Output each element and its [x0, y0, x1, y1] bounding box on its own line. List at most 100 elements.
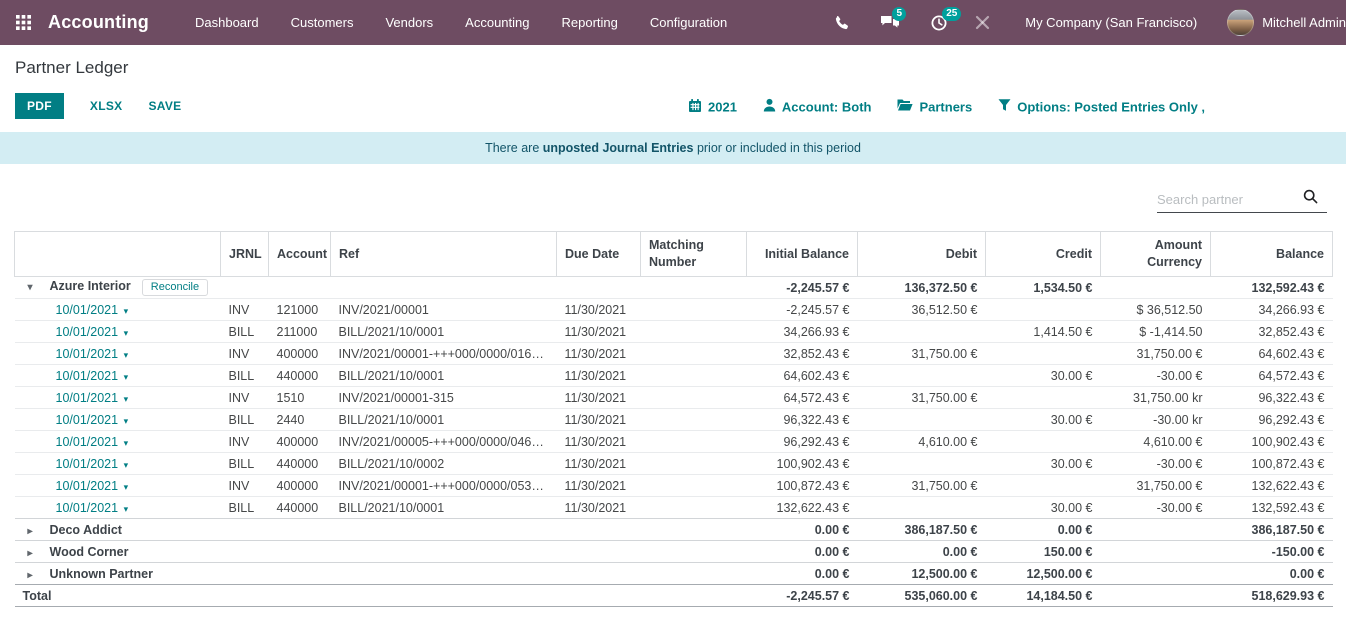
cell-account: 400000 [269, 343, 331, 365]
partner-row[interactable]: ▸Wood Corner0.00 €0.00 €150.00 €-150.00 … [15, 541, 1333, 563]
filter-options[interactable]: Options: Posted Entries Only , [998, 99, 1205, 115]
cell-jrnl: BILL [221, 365, 269, 387]
header-initial-balance: Initial Balance [747, 232, 858, 277]
entry-date-link[interactable]: 10/01/2021 ▾ [56, 391, 129, 405]
entry-date-link[interactable]: 10/01/2021 ▾ [56, 369, 129, 383]
cell-amount-currency: 31,750.00 kr [1101, 387, 1211, 409]
filter-partners[interactable]: Partners [897, 99, 972, 115]
cell-balance: 64,572.43 € [1211, 365, 1333, 387]
cell-credit: 150.00 € [986, 541, 1101, 563]
cell-initial-balance: -2,245.57 € [747, 585, 858, 607]
partner-name[interactable]: Azure Interior [50, 279, 131, 293]
cell-matching-number [641, 321, 747, 343]
cell-matching-number [641, 387, 747, 409]
ledger-line-row: 10/01/2021 ▾INV400000INV/2021/00005-+++0… [15, 431, 1333, 453]
xlsx-button[interactable]: XLSX [90, 99, 123, 113]
partner-row[interactable]: ▾Azure InteriorReconcile-2,245.57 €136,3… [15, 277, 1333, 299]
cell-balance: 34,266.93 € [1211, 299, 1333, 321]
ledger-line-row: 10/01/2021 ▾BILL2440BILL/2021/10/000111/… [15, 409, 1333, 431]
search-icon[interactable] [1303, 189, 1318, 209]
cell-date: 10/01/2021 ▾ [15, 453, 221, 475]
cell-amount-currency: $ 36,512.50 [1101, 299, 1211, 321]
menu-reporting[interactable]: Reporting [562, 15, 618, 30]
entry-date-link[interactable]: 10/01/2021 ▾ [56, 479, 129, 493]
cell-matching-number [641, 519, 747, 541]
cell-jrnl: INV [221, 431, 269, 453]
entry-date-link[interactable]: 10/01/2021 ▾ [56, 413, 129, 427]
cell-amount-currency: 4,610.00 € [1101, 431, 1211, 453]
cell-debit: 386,187.50 € [858, 519, 986, 541]
save-button[interactable]: SAVE [148, 99, 181, 113]
cell-due-date: 11/30/2021 [557, 321, 641, 343]
caret-right-icon[interactable]: ▸ [28, 548, 42, 559]
caret-right-icon[interactable]: ▸ [28, 526, 42, 537]
company-switcher[interactable]: My Company (San Francisco) [1025, 15, 1197, 30]
cell-amount-currency [1101, 519, 1211, 541]
cell-ref [331, 563, 557, 585]
cell-amount-currency: 31,750.00 € [1101, 475, 1211, 497]
report-filters: 2021 Account: Both Partners [688, 98, 1205, 115]
phone-icon[interactable] [834, 15, 850, 31]
menu-customers[interactable]: Customers [291, 15, 354, 30]
partner-name[interactable]: Unknown Partner [50, 567, 154, 581]
cell-account [269, 519, 331, 541]
filter-funnel-icon [998, 99, 1011, 115]
top-navbar: Accounting Dashboard Customers Vendors A… [0, 0, 1346, 45]
cell-date: 10/01/2021 ▾ [15, 431, 221, 453]
activities-icon[interactable]: 25 [930, 14, 948, 32]
cell-debit [858, 453, 986, 475]
banner-text: There are unposted Journal Entries prior… [485, 141, 861, 155]
search-partner-input[interactable] [1157, 192, 1303, 207]
cell-balance: 96,322.43 € [1211, 387, 1333, 409]
entry-date-link[interactable]: 10/01/2021 ▾ [56, 303, 129, 317]
cell-partner: ▸ Unknown Partner [15, 563, 221, 585]
cell-balance: 32,852.43 € [1211, 321, 1333, 343]
partner-row[interactable]: ▸Deco Addict0.00 €386,187.50 €0.00 €386,… [15, 519, 1333, 541]
caret-down-icon[interactable]: ▾ [28, 282, 42, 293]
filter-date[interactable]: 2021 [688, 98, 737, 115]
cell-account: 400000 [269, 475, 331, 497]
partner-name[interactable]: Deco Addict [50, 523, 122, 537]
cell-account: 2440 [269, 409, 331, 431]
cell-jrnl [221, 541, 269, 563]
entry-date-link[interactable]: 10/01/2021 ▾ [56, 347, 129, 361]
header-debit: Debit [858, 232, 986, 277]
caret-down-icon: ▾ [121, 350, 128, 360]
debug-tools-icon[interactable] [974, 14, 991, 31]
cell-amount-currency: $ -1,414.50 [1101, 321, 1211, 343]
cell-amount-currency: -30.00 € [1101, 497, 1211, 519]
user-avatar[interactable] [1227, 9, 1254, 36]
menu-dashboard[interactable]: Dashboard [195, 15, 259, 30]
cell-due-date [557, 519, 641, 541]
menu-configuration[interactable]: Configuration [650, 15, 727, 30]
apps-grid-icon[interactable] [12, 12, 34, 34]
user-name[interactable]: Mitchell Admin [1262, 15, 1346, 30]
menu-accounting[interactable]: Accounting [465, 15, 529, 30]
cell-partner: ▸ Wood Corner [15, 541, 221, 563]
entry-date-link[interactable]: 10/01/2021 ▾ [56, 457, 129, 471]
cell-ref [331, 585, 557, 607]
cell-matching-number [641, 475, 747, 497]
entry-date-link[interactable]: 10/01/2021 ▾ [56, 435, 129, 449]
cell-initial-balance: 100,902.43 € [747, 453, 858, 475]
partner-name[interactable]: Wood Corner [50, 545, 129, 559]
cell-due-date: 11/30/2021 [557, 387, 641, 409]
messages-icon[interactable]: 5 [880, 14, 900, 31]
cell-due-date: 11/30/2021 [557, 365, 641, 387]
reconcile-button[interactable]: Reconcile [142, 279, 208, 296]
menu-vendors[interactable]: Vendors [385, 15, 433, 30]
cell-credit [986, 431, 1101, 453]
ledger-line-row: 10/01/2021 ▾INV121000INV/2021/0000111/30… [15, 299, 1333, 321]
cell-amount-currency: 31,750.00 € [1101, 343, 1211, 365]
cell-debit: 31,750.00 € [858, 475, 986, 497]
caret-right-icon[interactable]: ▸ [28, 570, 42, 581]
entry-date-link[interactable]: 10/01/2021 ▾ [56, 501, 129, 515]
partner-row[interactable]: ▸Unknown Partner0.00 €12,500.00 €12,500.… [15, 563, 1333, 585]
table-header-row: JRNL Account Ref Due Date Matching Numbe… [15, 232, 1333, 277]
app-name[interactable]: Accounting [48, 12, 149, 33]
filter-account[interactable]: Account: Both [763, 98, 872, 115]
cell-date: 10/01/2021 ▾ [15, 343, 221, 365]
filter-options-label: Options: Posted Entries Only , [1017, 99, 1205, 114]
pdf-button[interactable]: PDF [15, 93, 64, 119]
entry-date-link[interactable]: 10/01/2021 ▾ [56, 325, 129, 339]
